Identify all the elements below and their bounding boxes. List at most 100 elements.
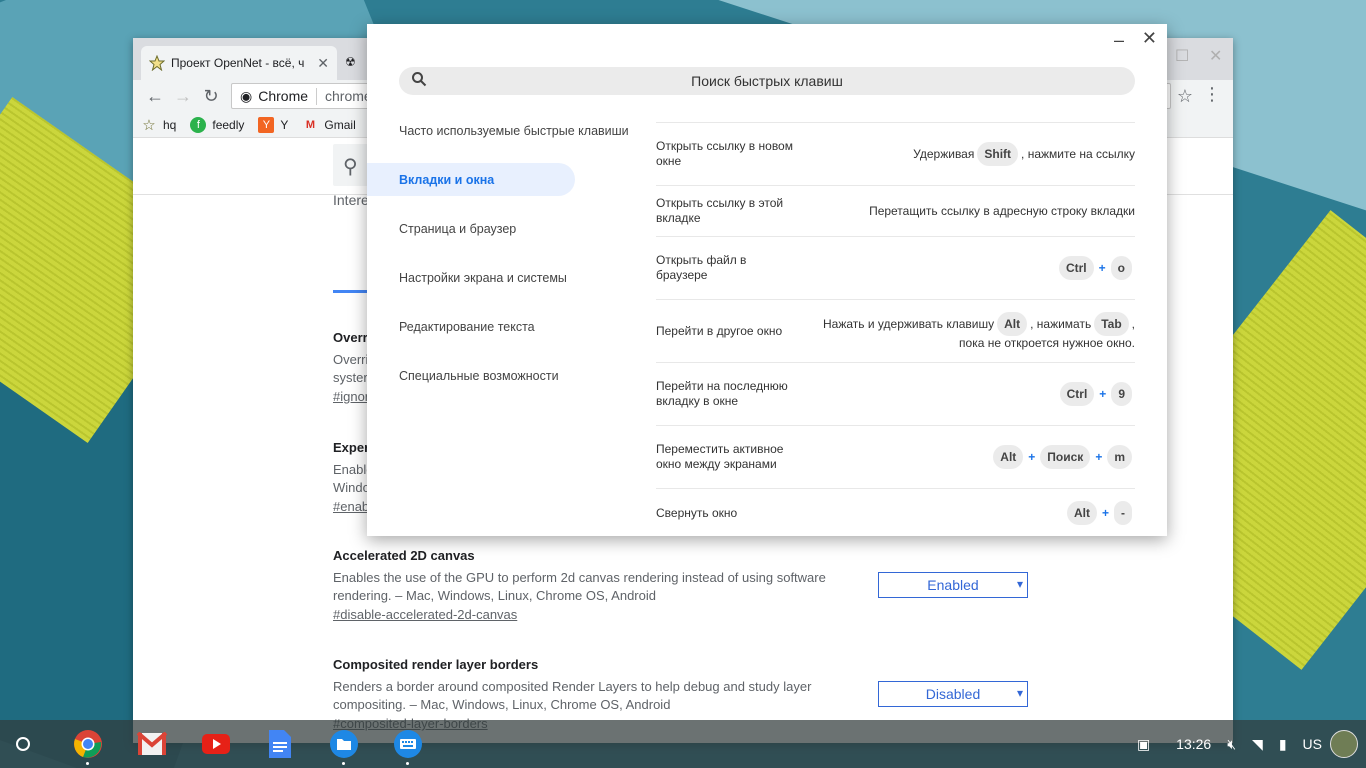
flag-anchor-link[interactable]: #disable-accelerated-2d-canvas xyxy=(333,605,833,625)
key-cap: Ctrl xyxy=(1058,256,1094,280)
key-cap: Ctrl xyxy=(1059,382,1095,406)
overview-icon[interactable]: ▣ xyxy=(1137,736,1150,753)
shortcut-row: Открыть файл в браузере Ctrl + o xyxy=(656,237,1135,300)
bookmark-feedly[interactable]: f feedly xyxy=(190,116,245,133)
clock: 13:26 xyxy=(1176,736,1212,752)
key-cap: - xyxy=(1114,501,1132,525)
shortcut-text: Перетащить ссылку в адресную строку вкла… xyxy=(869,204,1135,218)
shortcut-desc: Открыть ссылку в новом окне xyxy=(656,139,793,168)
battery-icon: ▮ xyxy=(1278,735,1287,752)
flag-desc: rendering. – Mac, Windows, Linux, Chrome… xyxy=(333,588,656,603)
files-icon[interactable] xyxy=(329,729,359,765)
shortcut-keys: Ctrl + o xyxy=(1056,256,1135,280)
shortcut-row: Перейти на последнюю вкладку в окне Ctrl… xyxy=(656,363,1135,426)
shortcut-keys: Alt + - xyxy=(1064,501,1135,525)
shelf: ▣ 13:26 🔇︎ ◥ ▮ US xyxy=(0,720,1366,768)
chrome-icon[interactable] xyxy=(73,729,103,765)
close-icon[interactable]: ✕ xyxy=(1142,28,1157,49)
flag-state-select[interactable]: Disabled xyxy=(878,681,1028,707)
chrome-menu-icon[interactable]: ⋮ xyxy=(1203,84,1221,105)
key-cap: Alt xyxy=(993,445,1024,469)
mute-icon: 🔇︎ xyxy=(1227,735,1237,752)
shortcut-keys: Alt + Поиск + m xyxy=(990,445,1135,469)
reload-icon[interactable]: ↻ xyxy=(197,82,225,110)
tab-title: Проект OpenNet - всё, ч xyxy=(171,56,305,70)
shortcut-desc: Открыть ссылку в этой вкладке xyxy=(656,196,784,225)
shortcut-search-input[interactable]: Поиск быстрых клавиш xyxy=(399,67,1135,95)
docs-icon[interactable] xyxy=(265,729,295,759)
gmail-favicon-icon: M xyxy=(305,118,315,131)
minimize-icon[interactable]: – xyxy=(1114,30,1124,51)
flag-item: Accelerated 2D canvas Enables the use of… xyxy=(333,548,833,625)
keyboard-icon[interactable] xyxy=(393,729,423,765)
category-label: Страница и браузер xyxy=(399,221,517,236)
flag-state-select[interactable]: Enabled xyxy=(878,572,1028,598)
category-accessibility[interactable]: Специальные возможности xyxy=(367,359,575,392)
shortcut-desc: Переместить активное окно между экранами xyxy=(656,442,784,471)
key-cap: o xyxy=(1110,256,1132,280)
flag-title: Accelerated 2D canvas xyxy=(333,548,475,563)
flags-search-text: Intere xyxy=(333,192,369,208)
avatar[interactable] xyxy=(1330,730,1358,758)
tab-close-icon[interactable]: ✕ xyxy=(317,55,329,72)
status-tray[interactable]: ▣ 13:26 🔇︎ ◥ ▮ US xyxy=(1129,720,1366,768)
feedly-icon: f xyxy=(190,116,207,133)
category-display-system[interactable]: Настройки экрана и системы xyxy=(367,261,575,294)
shortcut-viewer-window: – ✕ Поиск быстрых клавиш Часто используе… xyxy=(367,24,1167,536)
shortcut-text: Нажать и удерживать клавишу xyxy=(823,317,995,331)
back-icon[interactable]: ← xyxy=(141,82,169,110)
shortcut-row: Переместить активное окно между экранами… xyxy=(656,426,1135,489)
bookmark-star-icon[interactable]: ☆ xyxy=(1177,86,1193,107)
youtube-icon[interactable] xyxy=(201,729,231,759)
bookmark-hq[interactable]: ☆ hq xyxy=(141,116,177,134)
window-close-icon[interactable]: ✕ xyxy=(1209,46,1222,66)
gmail-icon[interactable] xyxy=(137,729,167,759)
bookmark-y[interactable]: Y Y xyxy=(258,116,289,133)
shortcut-text: Удерживая xyxy=(913,147,975,161)
category-label: Специальные возможности xyxy=(399,368,559,383)
plus-sign: + xyxy=(1095,450,1103,464)
category-label: Настройки экрана и системы xyxy=(399,270,567,285)
plus-sign: + xyxy=(1099,387,1107,401)
category-label: Часто используемые быстрые клавиши xyxy=(399,123,629,138)
category-label: Редактирование текста xyxy=(399,319,535,334)
plus-sign: + xyxy=(1028,450,1036,464)
key-cap: Alt xyxy=(1066,501,1097,525)
bookmark-label: feedly xyxy=(212,117,245,132)
flag-title: Composited render layer borders xyxy=(333,657,539,672)
forward-icon[interactable]: → xyxy=(169,82,197,110)
tab-opennet[interactable]: Проект OpenNet - всё, ч ✕ xyxy=(141,46,337,80)
shortcut-text: , нажмите на ссылку xyxy=(1021,147,1135,161)
bookmark-label: Y xyxy=(280,117,289,132)
bookmark-label: hq xyxy=(163,117,177,132)
shortcut-row: Свернуть окно Alt + - xyxy=(656,489,1135,536)
shortcut-text: , xyxy=(1131,317,1135,331)
launcher-icon[interactable] xyxy=(16,737,30,751)
ime-indicator: US xyxy=(1302,736,1322,752)
category-text-editing[interactable]: Редактирование текста xyxy=(367,310,575,343)
search-icon: ⚲ xyxy=(343,156,358,178)
shortcut-keys: Удерживая Shift , нажмите на ссылку xyxy=(913,142,1135,166)
star-favicon-icon: ☆ xyxy=(142,116,156,134)
flag-desc: compositing. – Mac, Windows, Linux, Chro… xyxy=(333,697,671,712)
category-frequent[interactable]: Часто используемые быстрые клавиши xyxy=(367,114,629,147)
wifi-icon: ◥ xyxy=(1252,735,1263,752)
category-page-browser[interactable]: Страница и браузер xyxy=(367,212,575,245)
maximize-icon[interactable]: ☐ xyxy=(1175,46,1189,66)
shortcut-desc: Свернуть окно xyxy=(656,505,738,520)
opennet-favicon-icon xyxy=(148,54,166,72)
key-cap: Tab xyxy=(1094,312,1129,336)
key-cap: Alt xyxy=(997,312,1028,336)
bookmark-label: Gmail xyxy=(324,117,356,132)
site-chip[interactable]: ◉ Chrome xyxy=(240,87,318,105)
key-cap: m xyxy=(1107,445,1132,469)
category-list: Часто используемые быстрые клавиши Вклад… xyxy=(367,114,667,408)
radiation-icon: ☢ xyxy=(345,55,356,69)
category-tabs-windows[interactable]: Вкладки и окна xyxy=(367,163,575,196)
shortcut-row: Перейти в другое окно Нажать и удерживат… xyxy=(656,300,1135,363)
flag-desc: Enables the use of the GPU to perform 2d… xyxy=(333,570,826,585)
bookmark-gmail[interactable]: M Gmail xyxy=(302,117,356,133)
shortcut-row: Открыть ссылку в новом окне Удерживая Sh… xyxy=(656,123,1135,186)
shortcut-desc: Перейти в другое окно xyxy=(656,323,783,338)
chip-label: Chrome xyxy=(258,88,309,104)
